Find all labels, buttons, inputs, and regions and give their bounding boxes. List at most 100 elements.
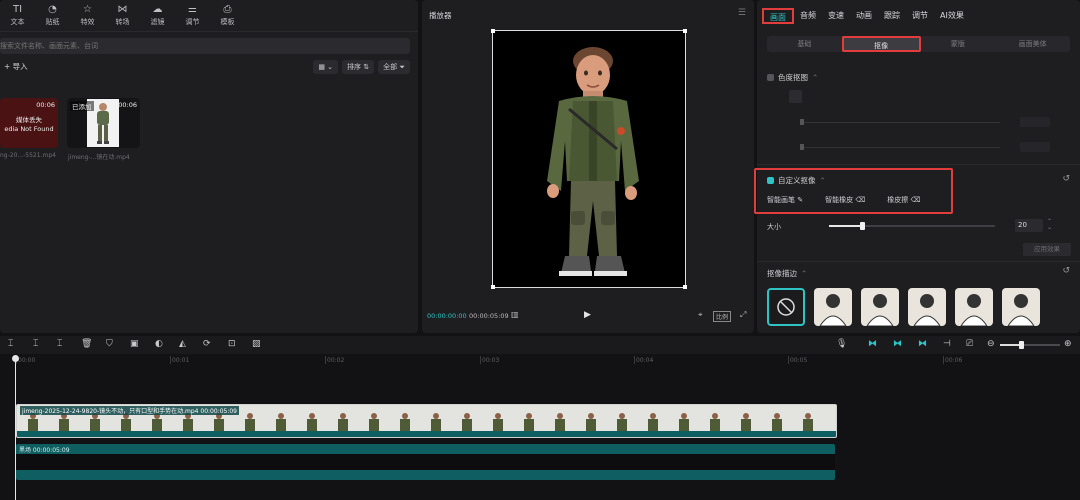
chroma-key-section[interactable]: 色度抠图 ⌃ bbox=[767, 72, 818, 83]
tab-audio[interactable]: 音频 bbox=[794, 8, 822, 24]
marker-icon[interactable]: ⛉ bbox=[106, 339, 113, 349]
size-label: 大小 bbox=[767, 223, 781, 231]
split-right-icon[interactable]: ⌶ bbox=[57, 339, 62, 349]
slider-knob[interactable] bbox=[800, 119, 804, 125]
playhead-handle[interactable] bbox=[12, 355, 19, 362]
stroke-preset[interactable] bbox=[814, 288, 852, 326]
template-icon: ⎙ bbox=[223, 3, 232, 15]
tab-adjust[interactable]: 调节 bbox=[906, 8, 934, 24]
chroma-key-checkbox[interactable] bbox=[767, 74, 774, 81]
slider-knob[interactable] bbox=[1019, 341, 1024, 349]
tab-animation[interactable]: 动画 bbox=[850, 8, 878, 24]
size-slider[interactable] bbox=[829, 222, 995, 230]
intensity-input[interactable] bbox=[1020, 117, 1050, 127]
menu-icon[interactable]: ☰ bbox=[738, 8, 746, 18]
playhead[interactable] bbox=[15, 356, 16, 500]
chroma-shadow-row bbox=[767, 142, 1070, 152]
media-item-missing[interactable]: 00:06 媒体丢失 edia Not Found bbox=[0, 98, 58, 148]
property-tabs: 画面 音频 变速 动画 跟踪 调节 AI效果 bbox=[762, 8, 970, 24]
delete-icon[interactable]: 🗑 bbox=[81, 339, 92, 349]
sliders-icon: ⚌ bbox=[188, 3, 197, 15]
preview-canvas[interactable] bbox=[491, 29, 687, 289]
play-button[interactable]: ▶ bbox=[584, 310, 591, 320]
split-icon[interactable]: ⌶ bbox=[33, 339, 38, 349]
toolbar-sticker[interactable]: ◔ 贴纸 bbox=[35, 0, 70, 31]
stroke-preset[interactable] bbox=[955, 288, 993, 326]
filter-icon: ⏷ bbox=[399, 63, 405, 71]
slider-knob[interactable] bbox=[800, 144, 804, 150]
resize-handle[interactable] bbox=[491, 29, 495, 33]
current-time: 00:00:00:00 bbox=[427, 312, 467, 320]
zoom-in-icon[interactable]: ⊕ bbox=[1064, 339, 1072, 349]
linkage-icon[interactable]: ⧓ bbox=[918, 339, 927, 349]
size-input[interactable]: 20 bbox=[1015, 219, 1043, 232]
shadow-input[interactable] bbox=[1020, 142, 1050, 152]
media-item-video[interactable]: 已添加 00:06 bbox=[67, 98, 140, 148]
tab-tracking[interactable]: 跟踪 bbox=[878, 8, 906, 24]
black-clip[interactable]: 黑场 00:00:05:09 bbox=[16, 444, 835, 480]
timeline-ruler[interactable]: 00:00 00:01 00:02 00:03 00:04 00:05 00:0… bbox=[0, 356, 1080, 366]
zoom-out-icon[interactable]: ⊖ bbox=[987, 339, 995, 349]
preview-axis-icon[interactable]: ⎚ bbox=[966, 339, 973, 349]
toolbar-effects[interactable]: ☆ 特效 bbox=[70, 0, 105, 31]
image-icon[interactable]: ▨ bbox=[252, 339, 261, 349]
reverse-icon[interactable]: ◐ bbox=[155, 339, 163, 349]
subtab-mask[interactable]: 蒙版 bbox=[921, 36, 996, 52]
reset-icon[interactable]: ↺ bbox=[1062, 266, 1070, 276]
crop-icon[interactable]: ⊡ bbox=[228, 339, 236, 349]
tab-video[interactable]: 画面 bbox=[762, 8, 794, 24]
toolbar-filter[interactable]: ☁ 滤镜 bbox=[140, 0, 175, 31]
stepper-icon[interactable]: ⌃ ⌄ bbox=[1047, 219, 1052, 231]
transition-icon: ⋈ bbox=[117, 3, 128, 15]
zoom-slider[interactable] bbox=[1000, 341, 1060, 349]
fullscreen-focus-icon[interactable]: ⌖ bbox=[698, 310, 703, 320]
timeline-toolbar: ⌶ ⌶ ⌶ 🗑 ⛉ ▣ ◐ ◭ ⟳ ⊡ ▨ 🎙 ⧓ ⧓ ⧓ ⊣ ⎚ ⊖ ⊕ bbox=[0, 336, 1080, 354]
sort-button[interactable]: 排序 ⇅ bbox=[342, 60, 375, 74]
subtab-body[interactable]: 画面美体 bbox=[995, 36, 1070, 52]
toolbar-adjust[interactable]: ⚌ 调节 bbox=[175, 0, 210, 31]
view-toggle-button[interactable]: ▦ ⌄ bbox=[313, 60, 339, 74]
stroke-section[interactable]: 抠像描边 ⌃ bbox=[767, 268, 807, 279]
slider-knob[interactable] bbox=[860, 222, 866, 230]
reset-icon[interactable]: ↺ bbox=[1062, 174, 1070, 184]
tab-ai-effects[interactable]: AI效果 bbox=[934, 8, 970, 24]
toolbar-text[interactable]: TI 文本 bbox=[0, 0, 35, 31]
fullscreen-icon[interactable]: ⤢ bbox=[740, 310, 746, 320]
microphone-icon[interactable]: 🎙 bbox=[836, 339, 847, 349]
tab-speed[interactable]: 变速 bbox=[822, 8, 850, 24]
toolbar-transition[interactable]: ⋈ 转场 bbox=[105, 0, 140, 31]
video-clip[interactable]: jimeng-2025-12-24-9820-镜头不动，只有口型和手势在动.mp… bbox=[16, 404, 837, 438]
clip-label: 黑场 00:00:05:09 bbox=[19, 447, 70, 454]
app-window: TI文本 ◔贴纸 ☆特效 ⋈转场 ☁滤镜 ⚌调节 ⎙模板 + 导入 ▦ ⌄ 排序… bbox=[0, 0, 1080, 500]
filter-icon: ☁ bbox=[152, 3, 163, 15]
media-filename: ng-20...-5521.mp4 bbox=[0, 152, 56, 159]
stroke-preset[interactable] bbox=[861, 288, 899, 326]
link-main-track-icon[interactable]: ⧓ bbox=[868, 339, 877, 349]
split-screen-icon[interactable]: ⊣ bbox=[943, 339, 951, 349]
media-search-input[interactable] bbox=[0, 38, 410, 54]
resize-handle[interactable] bbox=[683, 285, 687, 289]
player-title: 播放器 bbox=[429, 11, 452, 20]
subtab-basic[interactable]: 基础 bbox=[767, 36, 842, 52]
stroke-preset[interactable] bbox=[1002, 288, 1040, 326]
stroke-preset[interactable] bbox=[908, 288, 946, 326]
apply-effect-button[interactable]: 应用效果 bbox=[1023, 243, 1071, 256]
stroke-preset-none[interactable] bbox=[767, 288, 805, 326]
rotate-icon[interactable]: ⟳ bbox=[203, 339, 211, 349]
clip-label: jimeng-2025-12-24-9820-镜头不动，只有口型和手势在动.mp… bbox=[20, 406, 240, 415]
filter-all-button[interactable]: 全部 ⏷ bbox=[378, 60, 410, 74]
character-figure bbox=[547, 47, 639, 276]
toolbar-template[interactable]: ⎙ 模板 bbox=[210, 0, 245, 31]
import-button[interactable]: + 导入 bbox=[0, 60, 32, 74]
select-tool-icon[interactable]: ⌶ bbox=[8, 339, 13, 349]
subtab-cutout[interactable]: 抠像 bbox=[841, 36, 921, 52]
snap-icon[interactable]: ⧓ bbox=[893, 339, 902, 349]
color-picker-swatch[interactable] bbox=[789, 90, 802, 103]
timeline-mode-icon[interactable]: ▥ bbox=[511, 310, 519, 319]
resize-handle[interactable] bbox=[683, 29, 687, 33]
properties-panel: 画面 音频 变速 动画 跟踪 调节 AI效果 基础 抠像 蒙版 画面美体 色度抠… bbox=[757, 0, 1080, 333]
ratio-button[interactable]: 比例 bbox=[713, 311, 732, 322]
freeze-icon[interactable]: ▣ bbox=[130, 339, 139, 349]
mirror-icon[interactable]: ◭ bbox=[179, 339, 186, 349]
resize-handle[interactable] bbox=[491, 285, 495, 289]
